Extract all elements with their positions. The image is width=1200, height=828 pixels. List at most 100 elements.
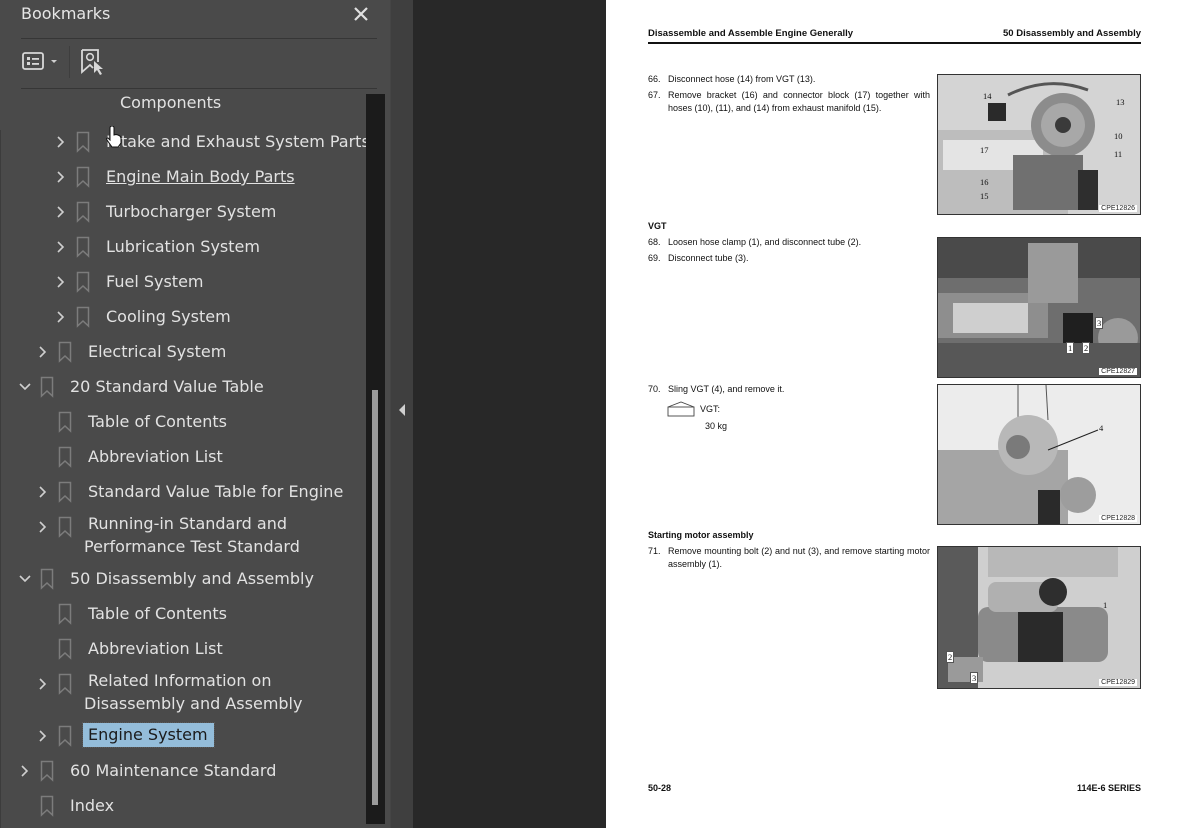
- figure-label: 15: [980, 191, 989, 201]
- bookmark-label[interactable]: Cooling System: [106, 307, 231, 327]
- chevron-right-icon[interactable]: [54, 167, 68, 187]
- engine-photo: [938, 547, 1140, 688]
- figure-caption: CPE12828: [1099, 515, 1137, 522]
- figure-starting-motor: 1 2 3 CPE12829: [937, 546, 1141, 689]
- bookmark-label[interactable]: Engine System: [82, 722, 215, 748]
- page-number: 50-28: [648, 783, 672, 793]
- figure-label: 1: [1103, 600, 1108, 610]
- bookmark-icon: [58, 673, 72, 695]
- bookmark-icon: [76, 236, 90, 258]
- collapse-panel-button[interactable]: [397, 402, 407, 418]
- section-heading-starting-motor: Starting motor assembly: [648, 530, 754, 540]
- bookmark-item[interactable]: Cooling System: [0, 301, 366, 336]
- chevron-right-icon[interactable]: [36, 482, 50, 502]
- figure-label: 10: [1114, 131, 1123, 141]
- chevron-down-icon[interactable]: [18, 377, 32, 397]
- figure-vgt-sling: 4 CPE12828: [937, 384, 1141, 525]
- chevron-right-icon[interactable]: [36, 342, 50, 362]
- close-icon: [354, 7, 368, 21]
- figure-label: 3: [970, 672, 979, 684]
- chevron-right-icon[interactable]: [54, 202, 68, 222]
- bookmark-icon: [58, 603, 72, 625]
- list-options-icon: [22, 52, 57, 70]
- bookmark-icon: [40, 568, 54, 590]
- bookmark-label[interactable]: Electrical System: [88, 342, 226, 362]
- chevron-right-icon[interactable]: [18, 761, 32, 781]
- bookmark-label[interactable]: Abbreviation List: [88, 639, 223, 659]
- bookmark-label[interactable]: Standard Value Table for Engine: [88, 482, 343, 502]
- find-current-bookmark-button[interactable]: [80, 48, 106, 76]
- page-header-right: 50 Disassembly and Assembly: [1003, 28, 1141, 39]
- bookmark-item[interactable]: 50 Disassembly and Assembly: [0, 563, 366, 598]
- page-header-left: Disassemble and Assemble Engine Generall…: [648, 28, 854, 39]
- bookmark-label[interactable]: 50 Disassembly and Assembly: [70, 569, 314, 589]
- step-number: 69.: [648, 253, 661, 263]
- page-footer-series: 114E-6 SERIES: [1076, 783, 1141, 793]
- bookmark-item[interactable]: Standard Value Table for Engine: [0, 476, 366, 511]
- step-number: 70.: [648, 384, 661, 394]
- step-text: Disconnect tube (3).: [668, 253, 749, 263]
- bookmark-item[interactable]: Turbocharger System: [0, 196, 366, 231]
- chevron-right-icon[interactable]: [36, 674, 50, 694]
- bookmark-item[interactable]: 60 Maintenance Standard: [0, 755, 366, 790]
- bookmark-label[interactable]: Engine Main Body Parts: [106, 167, 295, 187]
- chevron-down-icon[interactable]: [18, 569, 32, 589]
- figure-label: 13: [1116, 97, 1125, 107]
- document-background: [413, 0, 606, 828]
- bookmark-label[interactable]: Table of Contents: [88, 604, 227, 624]
- bookmark-label[interactable]: Turbocharger System: [106, 202, 276, 222]
- weight-label: VGT:: [700, 404, 721, 414]
- figure-label: 3: [1095, 317, 1104, 329]
- chevron-right-icon[interactable]: [54, 272, 68, 292]
- bookmark-item[interactable]: 20 Standard Value Table: [0, 371, 366, 406]
- figure-label: 2: [946, 651, 955, 663]
- bookmark-item[interactable]: Components: [0, 89, 366, 122]
- bookmark-item[interactable]: Lubrication System: [0, 231, 366, 266]
- bookmark-item[interactable]: Abbreviation List: [0, 441, 366, 476]
- bookmark-label[interactable]: Components: [120, 93, 221, 113]
- bookmark-label[interactable]: Fuel System: [106, 272, 204, 292]
- engine-photo: [938, 75, 1140, 214]
- chevron-right-icon[interactable]: [54, 132, 68, 152]
- bookmark-item[interactable]: Engine System: [0, 720, 366, 755]
- bookmark-label[interactable]: Running-in Standard and Performance Test…: [84, 512, 360, 558]
- bookmark-label[interactable]: Table of Contents: [88, 412, 227, 432]
- divider: [21, 38, 377, 39]
- bookmark-label[interactable]: 60 Maintenance Standard: [70, 761, 276, 781]
- bookmark-item[interactable]: Electrical System: [0, 336, 366, 371]
- step-text: Remove mounting bolt (2) and nut (3), an…: [668, 546, 930, 569]
- bookmark-item[interactable]: Abbreviation List: [0, 633, 366, 668]
- bookmark-item[interactable]: Table of Contents: [0, 406, 366, 441]
- chevron-right-icon[interactable]: [54, 237, 68, 257]
- bookmark-item[interactable]: Intake and Exhaust System Parts: [0, 126, 366, 161]
- step-69: 69. Disconnect tube (3).: [648, 252, 930, 265]
- bookmark-label[interactable]: 20 Standard Value Table: [70, 377, 264, 397]
- options-menu-button[interactable]: [20, 50, 62, 74]
- bookmark-icon: [76, 131, 90, 153]
- bookmark-label[interactable]: Related Information on Disassembly and A…: [84, 669, 360, 715]
- bookmark-icon: [40, 760, 54, 782]
- figure-caption: CPE12829: [1099, 679, 1137, 686]
- chevron-right-icon[interactable]: [36, 726, 50, 746]
- figure-label: 1: [1066, 342, 1075, 354]
- bookmark-item[interactable]: Running-in Standard and Performance Test…: [0, 511, 366, 563]
- figure-label: 2: [1082, 342, 1091, 354]
- bookmark-item[interactable]: Table of Contents: [0, 598, 366, 633]
- bookmark-icon: [58, 516, 72, 538]
- scrollbar-thumb[interactable]: [372, 390, 378, 805]
- bookmark-label[interactable]: Lubrication System: [106, 237, 260, 257]
- close-panel-button[interactable]: [350, 3, 372, 25]
- bookmark-item[interactable]: Fuel System: [0, 266, 366, 301]
- bookmark-label[interactable]: Abbreviation List: [88, 447, 223, 467]
- figure-caption: CPE12827: [1099, 368, 1137, 375]
- bookmark-label[interactable]: Index: [70, 796, 114, 816]
- bookmark-icon: [58, 446, 72, 468]
- bookmarks-panel: Bookmarks Components Intake and Exhaust S…: [0, 0, 390, 828]
- bookmark-item[interactable]: Related Information on Disassembly and A…: [0, 668, 366, 720]
- bookmark-icon: [76, 201, 90, 223]
- bookmark-item[interactable]: Index: [0, 790, 366, 825]
- bookmark-label[interactable]: Intake and Exhaust System Parts: [106, 132, 366, 152]
- chevron-right-icon[interactable]: [36, 517, 50, 537]
- chevron-right-icon[interactable]: [54, 307, 68, 327]
- bookmark-item[interactable]: Engine Main Body Parts: [0, 161, 366, 196]
